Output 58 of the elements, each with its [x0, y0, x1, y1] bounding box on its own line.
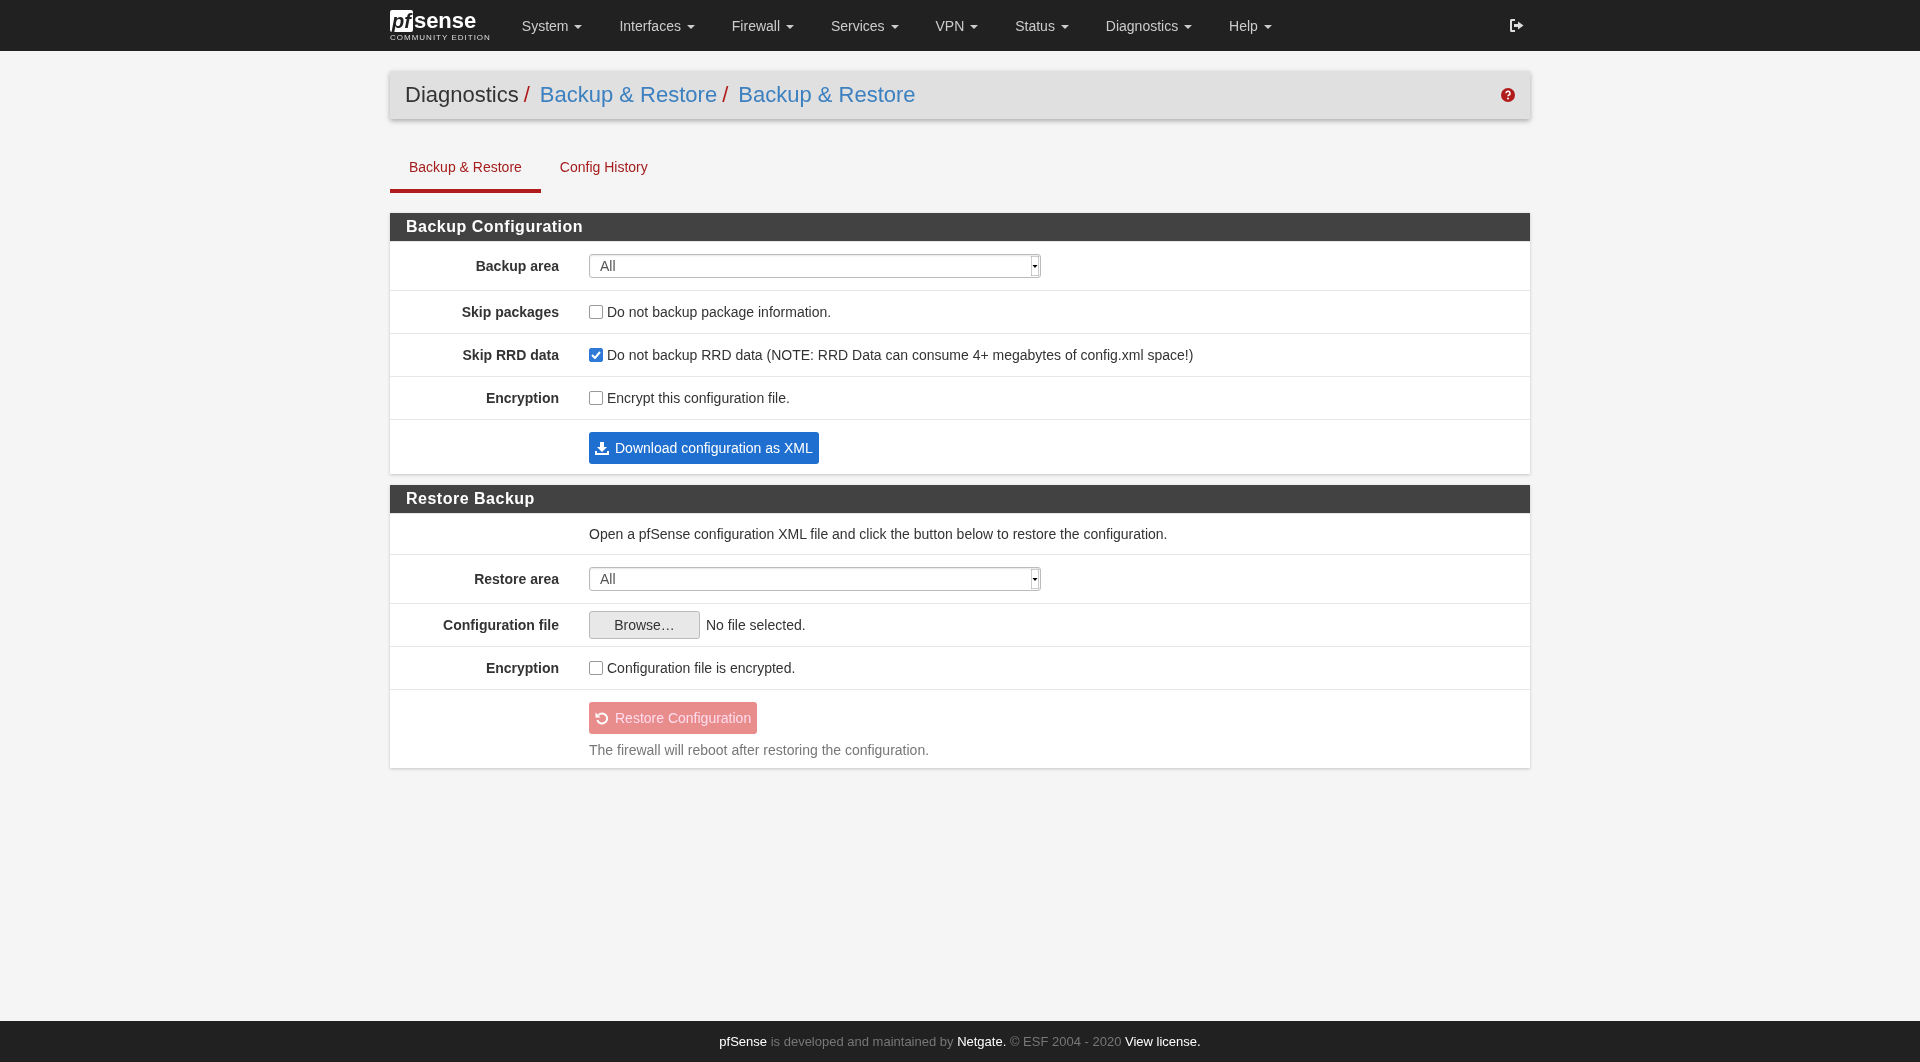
nav-menu[interactable]: Firewall	[716, 17, 809, 34]
download-icon	[595, 441, 609, 455]
nav-menu[interactable]: Diagnostics	[1090, 17, 1208, 34]
checkbox-label[interactable]: Do not backup RRD data (NOTE: RRD Data can consume 4+ megabytes of config.xml space!)	[607, 347, 1194, 363]
select-field[interactable]: All	[589, 254, 1041, 278]
nav-menu[interactable]: VPN	[920, 17, 994, 34]
select-field[interactable]: All	[589, 567, 1041, 591]
logo-edition: COMMUNITY EDITION	[390, 32, 491, 42]
caret-icon	[1184, 24, 1193, 29]
caret-icon	[1060, 24, 1069, 29]
breadcrumb-separator: /	[523, 82, 530, 108]
dropdown-arrow-icon	[1031, 569, 1039, 589]
logout-icon[interactable]	[1510, 19, 1524, 32]
download-button[interactable]: Download configuration as XML	[589, 432, 819, 464]
checkbox-label[interactable]: Configuration file is encrypted.	[607, 660, 796, 676]
panel-heading: Restore Backup	[390, 485, 1530, 513]
caret-icon	[785, 24, 794, 29]
field-label: Skip RRD data	[462, 347, 559, 363]
help-text: The firewall will reboot after restoring the configuration.	[589, 742, 930, 758]
panel-heading: Backup Configuration	[390, 213, 1530, 241]
field-label: Configuration file	[443, 617, 559, 633]
checkbox[interactable]	[589, 391, 603, 405]
checkbox-label[interactable]: Do not backup package information.	[607, 304, 832, 320]
footer-text: pfSense is developed and maintained by Netgate. © ESF 2004 - 2020 View license.	[719, 1034, 1201, 1049]
tab[interactable]: Config History	[540, 149, 667, 193]
nav-menu[interactable]: Status	[1000, 17, 1084, 34]
footer-link[interactable]: View license.	[1125, 1034, 1201, 1049]
nav-menu[interactable]: System	[506, 17, 598, 34]
footer-link[interactable]: pfSense	[719, 1034, 768, 1049]
instruction-text: Open a pfSense configuration XML file and click the button below to restore the configuration.	[589, 526, 1168, 542]
undo-icon	[595, 711, 609, 725]
field-label: Backup area	[475, 258, 559, 274]
file-status: No file selected.	[706, 617, 806, 633]
checkbox-label[interactable]: Encrypt this configuration file.	[607, 390, 790, 406]
browse-button[interactable]: Browse…	[589, 611, 700, 639]
field-label: Encryption	[485, 660, 559, 676]
help-icon[interactable]	[1501, 88, 1515, 102]
tab[interactable]: Backup & Restore	[390, 149, 541, 193]
caret-icon	[574, 24, 583, 29]
caret-icon	[970, 24, 979, 29]
nav-menu[interactable]: Interfaces	[604, 17, 710, 34]
nav-menu[interactable]: Services	[815, 17, 914, 34]
checkbox[interactable]	[589, 661, 603, 675]
footer-link[interactable]: Netgate.	[957, 1034, 1007, 1049]
caret-icon	[1263, 24, 1272, 29]
checkbox[interactable]	[589, 348, 603, 362]
nav-menu[interactable]: Help	[1214, 17, 1287, 34]
field-label: Restore area	[474, 571, 559, 587]
field-label: Encryption	[485, 390, 559, 406]
logo-wordmark[interactable]: sense	[413, 9, 477, 32]
breadcrumb-separator: /	[722, 82, 729, 108]
dropdown-arrow-icon	[1031, 256, 1039, 276]
caret-icon	[890, 24, 899, 29]
caret-icon	[686, 24, 695, 29]
breadcrumb-item: Diagnostics	[405, 82, 519, 108]
checkbox[interactable]	[589, 305, 603, 319]
field-label: Skip packages	[461, 304, 559, 320]
logo-mark[interactable]: pf	[390, 9, 413, 32]
